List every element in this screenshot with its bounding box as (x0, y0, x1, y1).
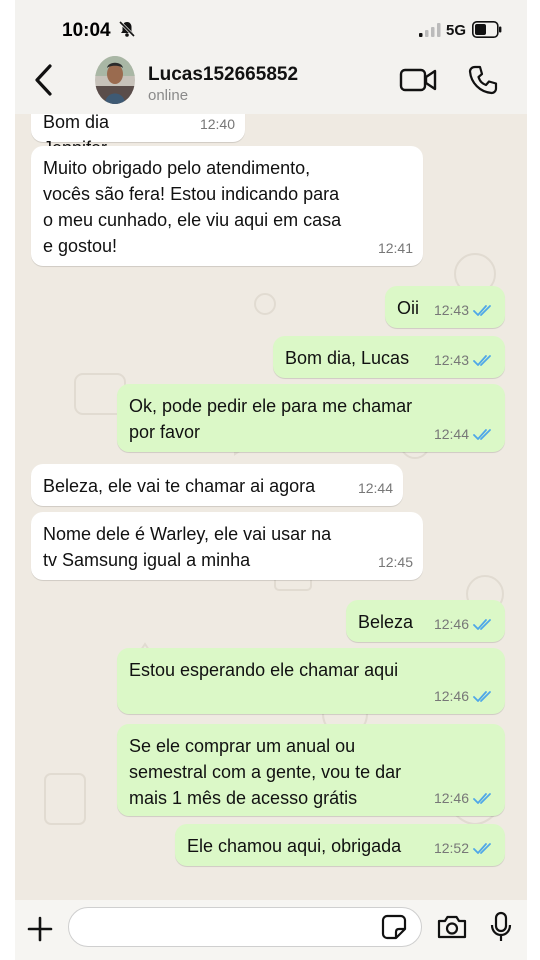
read-ticks-icon (473, 792, 491, 804)
message-time: 12:46 (433, 616, 469, 632)
message-time: 12:46 (433, 790, 469, 806)
message-meta: 12:43 (434, 347, 495, 373)
outgoing-message-bubble[interactable]: Ok, pode pedir ele para me chamar por fa… (117, 384, 505, 452)
message-time: 12:40 (199, 116, 235, 132)
message-time: 12:43 (433, 352, 469, 368)
message-time: 12:45 (377, 554, 413, 570)
message-time: 12:41 (377, 240, 413, 256)
contact-name[interactable]: Lucas152665852 (148, 64, 298, 86)
read-ticks-icon (473, 428, 491, 440)
composer-bar (15, 900, 527, 960)
incoming-message-bubble[interactable]: Beleza, ele vai te chamar ai agora 12:44 (31, 464, 403, 506)
read-ticks-icon (473, 618, 491, 630)
microphone-icon[interactable] (490, 911, 512, 943)
incoming-message-bubble[interactable]: Muito obrigado pelo atendimento, vocês s… (31, 146, 423, 266)
message-text: Muito obrigado pelo atendimento, vocês s… (43, 158, 342, 256)
outgoing-message-bubble[interactable]: Bom dia, Lucas 12:43 (273, 336, 505, 378)
outgoing-message-bubble[interactable]: Oii 12:43 (385, 286, 505, 328)
signal-icon (419, 23, 441, 37)
video-call-icon[interactable] (399, 67, 437, 93)
battery-icon (472, 21, 502, 38)
message-meta: 12:45 (378, 549, 413, 575)
message-meta: 12:44 (434, 421, 495, 447)
message-time: 12:46 (433, 688, 469, 704)
contact-status: online (148, 87, 189, 104)
outgoing-message-bubble[interactable]: Ele chamou aqui, obrigada 12:52 (175, 824, 505, 866)
message-time: 12:44 (433, 426, 469, 442)
sticker-icon[interactable] (381, 914, 407, 940)
message-meta: 12:40 (200, 114, 235, 137)
network-type: 5G (446, 22, 467, 39)
incoming-message-bubble[interactable]: Bom dia Jennifer12:40 (31, 114, 245, 158)
message-meta: 12:41 (378, 235, 413, 261)
message-meta: 12:46 (434, 611, 495, 637)
outgoing-message-bubble[interactable]: Beleza 12:46 (346, 600, 505, 642)
message-meta: 12:46 (434, 785, 495, 811)
bell-off-icon (118, 20, 136, 38)
read-ticks-icon (473, 304, 491, 316)
back-icon[interactable] (31, 62, 57, 98)
plus-icon[interactable] (26, 915, 54, 943)
read-ticks-icon (473, 354, 491, 366)
message-meta: 12:43 (434, 297, 495, 323)
message-input[interactable] (68, 907, 422, 947)
message-text: Estou esperando ele chamar aqui (129, 660, 399, 680)
message-text: Beleza, ele vai te chamar ai agora (43, 476, 316, 496)
outgoing-message-bubble[interactable]: Estou esperando ele chamar aqui 12:46 (117, 648, 505, 714)
message-meta: 12:44 (358, 475, 393, 501)
message-time: 12:43 (433, 302, 469, 318)
message-meta: 12:46 (434, 683, 495, 709)
message-text: Nome dele é Warley, ele vai usar na tv S… (43, 524, 332, 570)
phone-screen: 10:04 5G Lucas152665852 online Bom dia 1… (15, 0, 527, 960)
message-time: 12:44 (357, 480, 393, 496)
read-ticks-icon (473, 690, 491, 702)
message-list[interactable]: Bom dia Jennifer12:40Muito obrigado pelo… (15, 114, 527, 900)
read-ticks-icon (473, 842, 491, 854)
voice-call-icon[interactable] (467, 64, 499, 96)
chat-header: Lucas152665852 online (15, 50, 527, 114)
avatar[interactable] (95, 56, 135, 104)
message-time: 12:52 (433, 840, 469, 856)
status-time: 10:04 (62, 20, 111, 41)
message-meta: 12:52 (434, 835, 495, 861)
status-bar: 10:04 5G (15, 0, 527, 50)
camera-icon[interactable] (436, 914, 468, 940)
incoming-message-bubble[interactable]: Nome dele é Warley, ele vai usar na tv S… (31, 512, 423, 580)
outgoing-message-bubble[interactable]: Se ele comprar um anual ou semestral com… (117, 724, 505, 816)
